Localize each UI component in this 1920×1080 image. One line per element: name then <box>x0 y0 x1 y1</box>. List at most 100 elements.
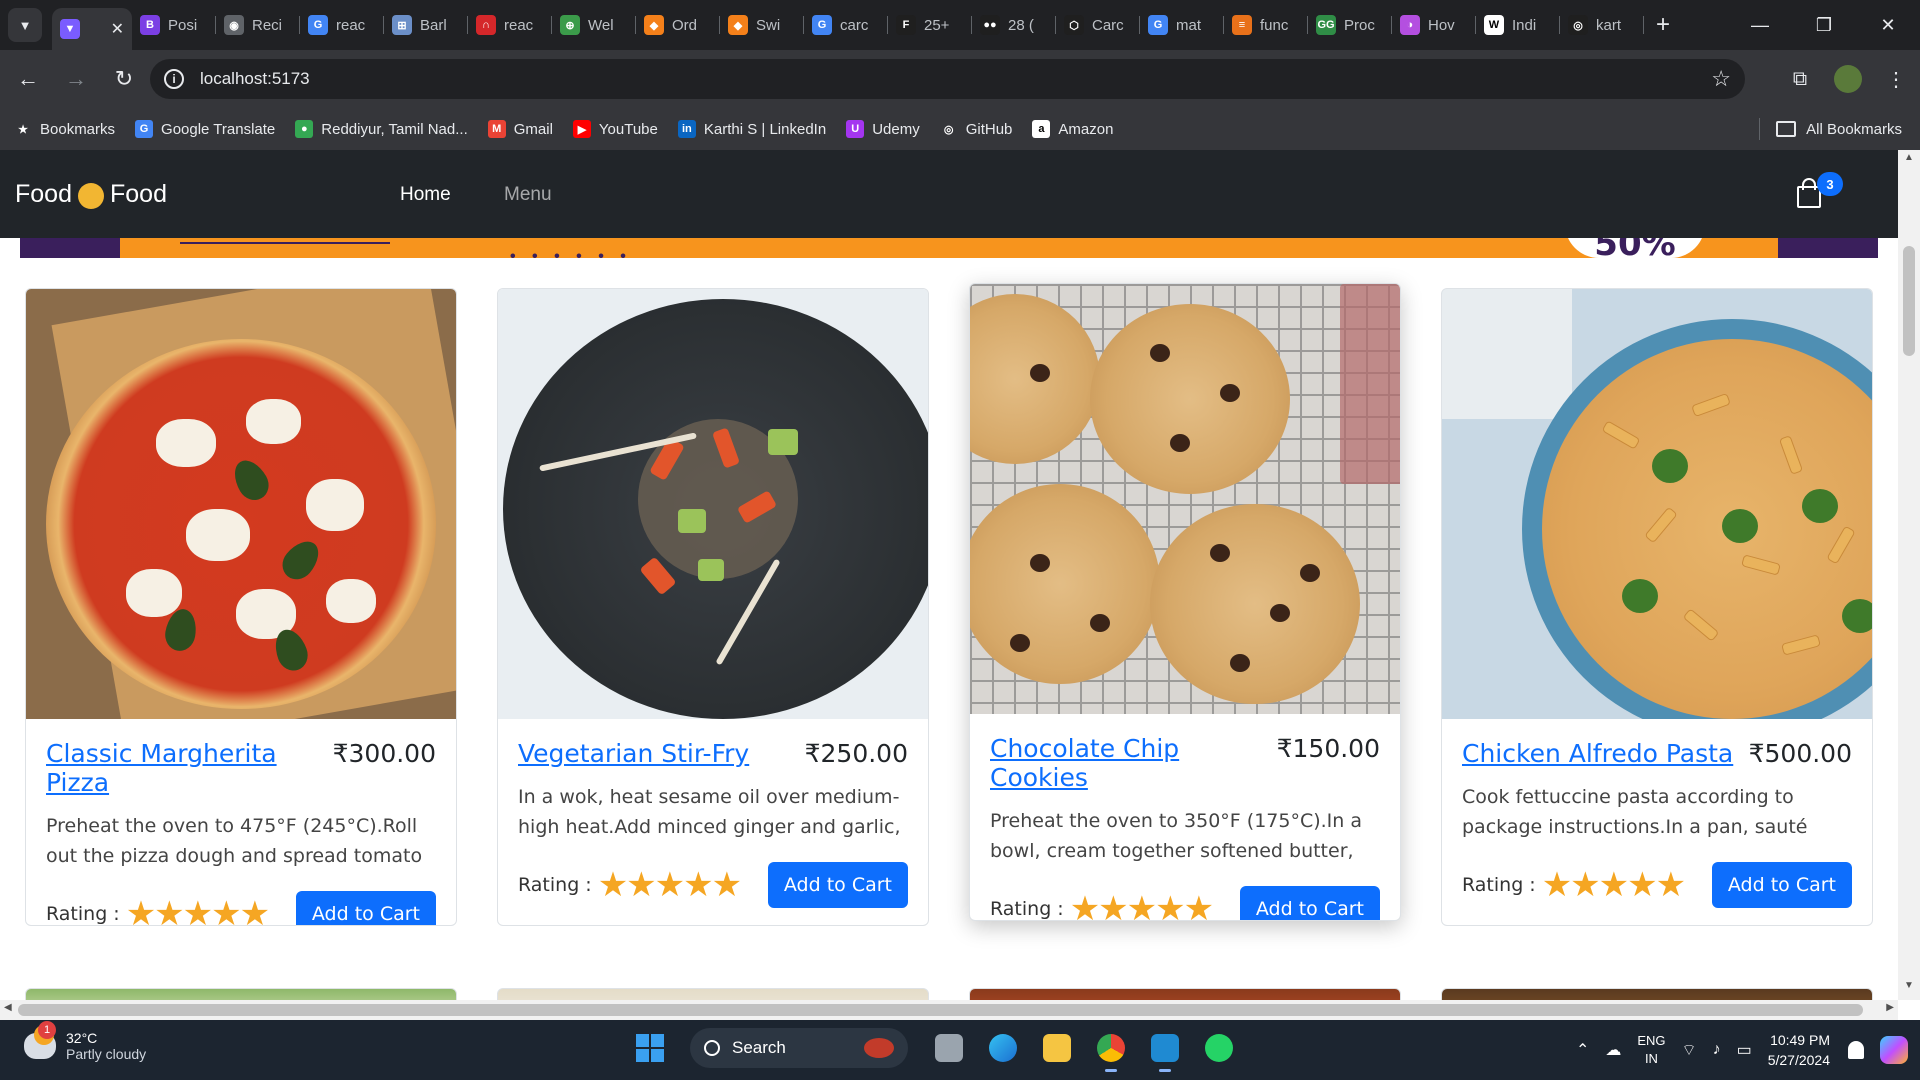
reload-icon[interactable]: ↻ <box>104 59 144 99</box>
browser-tab[interactable]: ⊕ Wel <box>552 6 636 44</box>
scroll-right-icon[interactable]: ▶ <box>1886 1002 1894 1013</box>
scroll-thumb[interactable] <box>1903 246 1915 356</box>
bookmark-item[interactable]: ▶ YouTube <box>572 120 658 138</box>
add-to-cart-button[interactable]: Add to Cart <box>1711 862 1852 908</box>
bookmark-item[interactable]: U Udemy <box>846 120 920 138</box>
weather-widget[interactable]: 1 32°C Partly cloudy <box>24 1021 146 1062</box>
browser-tab[interactable]: Gmat <box>1140 6 1224 44</box>
bookmark-item[interactable]: M Gmail <box>487 120 553 138</box>
menu-icon[interactable]: ⋮ <box>1872 59 1920 99</box>
product-card: Chocolate Chip Cookies ₹150.00 Preheat t… <box>969 283 1401 921</box>
file-explorer-icon[interactable] <box>1037 1028 1077 1068</box>
product-title-link[interactable]: Vegetarian Stir-Fry <box>518 739 749 768</box>
taskbar-search[interactable]: Search <box>690 1028 908 1068</box>
promo-banner[interactable]: • • • • • • 50% <box>20 238 1878 258</box>
browser-tab[interactable]: F 25+ <box>888 6 972 44</box>
vertical-scrollbar[interactable]: ▲ ▼ <box>1898 150 1920 1000</box>
brand-text-right: Food <box>109 179 167 208</box>
translate-icon: G <box>135 120 154 138</box>
bookmark-item[interactable]: ◎ GitHub <box>939 120 1012 138</box>
browser-tab[interactable]: ≡ func <box>1224 6 1308 44</box>
task-view-icon[interactable] <box>929 1028 969 1068</box>
chrome-icon[interactable] <box>1091 1028 1131 1072</box>
notification-bell-icon[interactable] <box>1848 1041 1864 1059</box>
product-card-partial <box>497 988 929 1000</box>
browser-tab[interactable]: Gcarc <box>804 6 888 44</box>
profile-button[interactable] <box>1824 59 1872 99</box>
scroll-up-icon[interactable]: ▲ <box>1898 152 1920 170</box>
restore-icon[interactable]: ❐ <box>1792 0 1856 50</box>
add-to-cart-button[interactable]: Add to Cart <box>1239 886 1380 920</box>
browser-tab[interactable]: ●● 28 ( <box>972 6 1056 44</box>
browser-tab[interactable]: GG Proc <box>1308 6 1392 44</box>
tab-search-button[interactable]: ▼ <box>8 8 42 42</box>
wifi-icon[interactable]: ⌔ <box>1682 1040 1697 1060</box>
minimize-icon[interactable]: — <box>1728 0 1792 50</box>
add-to-cart-button[interactable]: Add to Cart <box>767 862 908 908</box>
back-icon[interactable]: ← <box>8 59 48 99</box>
volume-icon[interactable]: ♪ <box>1713 1041 1721 1059</box>
copilot-icon[interactable] <box>1880 1036 1908 1064</box>
browser-tab[interactable]: W Indi <box>1476 6 1560 44</box>
hscroll-thumb[interactable] <box>18 1004 1863 1016</box>
bookmark-item[interactable]: ★ Bookmarks <box>14 120 115 138</box>
banner-underline <box>180 242 390 244</box>
add-to-cart-button[interactable]: Add to Cart <box>295 891 436 925</box>
horizontal-scrollbar[interactable]: ◀ ▶ <box>0 1000 1898 1020</box>
start-button[interactable] <box>636 1034 664 1062</box>
tab-favicon-icon: ◆ <box>644 15 664 35</box>
browser-tab[interactable]: ▼ ✕ <box>52 8 132 50</box>
cart-button[interactable]: 3 <box>1797 172 1843 208</box>
browser-tab[interactable]: ⊞ Barl <box>384 6 468 44</box>
browser-tab[interactable]: ◆ Ord <box>636 6 720 44</box>
pasta-image <box>1442 289 1872 719</box>
product-title-link[interactable]: Chicken Alfredo Pasta <box>1462 739 1733 768</box>
brand-logo[interactable]: Food Food <box>15 180 167 209</box>
product-rating: Rating : ★★★★★ <box>46 894 270 925</box>
browser-tab[interactable]: ◉ Reci <box>216 6 300 44</box>
rating-label: Rating : <box>990 898 1064 920</box>
url-text[interactable]: localhost:5173 <box>200 69 310 89</box>
temperature: 32°C <box>66 1030 98 1046</box>
scroll-left-icon[interactable]: ◀ <box>4 1002 12 1013</box>
new-tab-button[interactable]: + <box>1656 11 1670 39</box>
language-indicator[interactable]: ENG IN <box>1637 1032 1665 1068</box>
bookmark-star-icon[interactable]: ☆ <box>1711 66 1731 92</box>
edge-icon[interactable] <box>983 1028 1023 1068</box>
browser-tab[interactable]: ◎ kart <box>1560 6 1644 44</box>
github-icon: ◎ <box>939 120 958 138</box>
tab-label: Barl <box>420 16 447 34</box>
browser-tab[interactable]: ◑ Hov <box>1392 6 1476 44</box>
browser-tab[interactable]: ◆ Swi <box>720 6 804 44</box>
address-bar[interactable]: i localhost:5173 ☆ <box>150 59 1745 99</box>
vscode-icon[interactable] <box>1145 1028 1185 1072</box>
brand-text-left: Food <box>15 179 72 208</box>
nav-home[interactable]: Home <box>400 184 451 206</box>
browser-tab[interactable]: ∩ reac <box>468 6 552 44</box>
browser-tab-strip: ▼ ▼ ✕ B Posi ◉ Reci Greac ⊞ Barl ∩ reac ⊕ Wel ◆ Ord ◆ Sw… <box>0 0 1920 50</box>
extensions-icon[interactable]: ⧉ <box>1776 59 1824 99</box>
whatsapp-icon[interactable] <box>1199 1028 1239 1068</box>
all-bookmarks-button[interactable]: All Bookmarks <box>1776 121 1902 138</box>
bookmark-item[interactable]: ● Reddiyur, Tamil Nad... <box>295 120 468 138</box>
browser-tab[interactable]: ⬡ Carc <box>1056 6 1140 44</box>
forward-icon[interactable]: → <box>56 59 96 99</box>
chevron-up-icon[interactable]: ⌃ <box>1576 1040 1589 1060</box>
onedrive-icon[interactable]: ☁ <box>1605 1040 1621 1060</box>
bookmark-item[interactable]: a Amazon <box>1032 120 1113 138</box>
product-title-link[interactable]: Classic Margherita Pizza <box>46 739 333 797</box>
close-tab-icon[interactable]: ✕ <box>111 19 124 39</box>
product-title-link[interactable]: Chocolate Chip Cookies <box>990 734 1277 792</box>
close-window-icon[interactable]: ✕ <box>1856 0 1920 50</box>
battery-icon[interactable]: ▭ <box>1737 1040 1752 1060</box>
search-icon <box>704 1040 720 1056</box>
bookmark-item[interactable]: G Google Translate <box>135 120 275 138</box>
nav-menu[interactable]: Menu <box>504 184 552 206</box>
bookmark-item[interactable]: in Karthi S | LinkedIn <box>677 120 826 138</box>
clock[interactable]: 10:49 PM 5/27/2024 <box>1768 1030 1830 1070</box>
browser-tab[interactable]: B Posi <box>132 6 216 44</box>
site-info-icon[interactable]: i <box>164 69 184 89</box>
browser-tab[interactable]: Greac <box>300 6 384 44</box>
scroll-down-icon[interactable]: ▼ <box>1898 980 1920 998</box>
smile-emoji-icon <box>77 183 104 209</box>
